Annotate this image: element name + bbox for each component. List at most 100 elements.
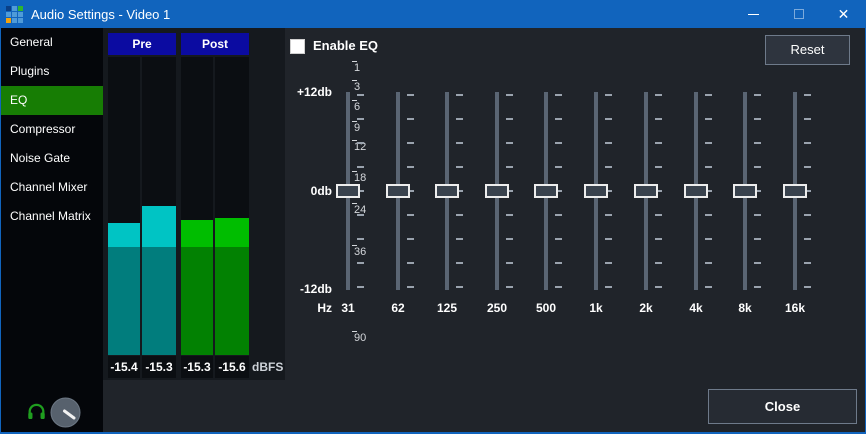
eq-slider-tick — [456, 286, 463, 288]
meter-scale-label-90: 90 — [352, 330, 366, 346]
eq-slider-tick — [555, 262, 562, 264]
eq-slider-tick — [506, 94, 513, 96]
eq-slider-tick — [804, 238, 811, 240]
sidebar-item-general[interactable]: General — [0, 28, 103, 57]
eq-slider-tick — [605, 166, 612, 168]
eq-freq-label-4k: 4k — [676, 300, 716, 316]
eq-slider-thumb-125[interactable] — [435, 184, 459, 198]
eq-axis-zero-label: 0db — [270, 183, 332, 199]
meter-bar-segment — [181, 247, 213, 355]
close-window-button[interactable]: ✕ — [821, 0, 866, 28]
eq-slider-thumb-1k[interactable] — [584, 184, 608, 198]
eq-slider-thumb-4k[interactable] — [684, 184, 708, 198]
eq-freq-label-62: 62 — [378, 300, 418, 316]
eq-slider-thumb-500[interactable] — [534, 184, 558, 198]
eq-slider-tick — [804, 286, 811, 288]
eq-slider-tick — [605, 262, 612, 264]
sidebar-item-channel-mixer[interactable]: Channel Mixer — [0, 173, 103, 202]
audio-settings-window: Audio Settings - Video 1 ✕ GeneralPlugin… — [0, 0, 866, 434]
meter-value: -15.3 — [181, 356, 213, 378]
eq-slider-thumb-31[interactable] — [336, 184, 360, 198]
eq-slider-tick — [605, 214, 612, 216]
logo-square — [18, 12, 23, 17]
eq-slider-tick — [407, 262, 414, 264]
eq-slider-tick — [407, 166, 414, 168]
eq-slider-tick — [804, 262, 811, 264]
meter-scale-label-36: 36 — [352, 244, 366, 260]
enable-eq-checkbox[interactable] — [290, 39, 305, 54]
headphones-icon[interactable] — [26, 401, 47, 422]
eq-slider-tick — [357, 142, 364, 144]
sidebar-item-plugins[interactable]: Plugins — [0, 57, 103, 86]
eq-slider-tick — [506, 262, 513, 264]
eq-slider-tick — [754, 142, 761, 144]
vmix-logo-icon — [6, 6, 23, 23]
meter-scale-number: 6 — [352, 99, 360, 115]
eq-axis-minus12-label: -12db — [270, 281, 332, 297]
eq-slider-tick — [357, 214, 364, 216]
eq-slider-thumb-2k[interactable] — [634, 184, 658, 198]
sidebar: GeneralPluginsEQCompressorNoise GateChan… — [0, 28, 103, 434]
sidebar-item-noise-gate[interactable]: Noise Gate — [0, 144, 103, 173]
reset-button[interactable]: Reset — [765, 35, 850, 65]
eq-slider-tick — [357, 94, 364, 96]
maximize-icon — [794, 9, 804, 19]
eq-slider-thumb-250[interactable] — [485, 184, 509, 198]
eq-slider-tick — [804, 142, 811, 144]
eq-slider-tick — [357, 238, 364, 240]
maximize-button — [776, 0, 821, 28]
eq-slider-tick — [705, 118, 712, 120]
eq-slider-tick — [754, 118, 761, 120]
enable-eq-label: Enable EQ — [313, 38, 378, 53]
meter-scale-label-9: 9 — [352, 120, 360, 136]
eq-slider-tick — [506, 286, 513, 288]
sidebar-item-channel-matrix[interactable]: Channel Matrix — [0, 202, 103, 231]
eq-slider-tick — [655, 94, 662, 96]
eq-slider-thumb-62[interactable] — [386, 184, 410, 198]
meter-scale-number: 90 — [352, 330, 366, 346]
eq-slider-thumb-16k[interactable] — [783, 184, 807, 198]
sidebar-item-eq[interactable]: EQ — [0, 86, 103, 115]
eq-slider-tick — [705, 262, 712, 264]
meter-scale-tick — [352, 100, 357, 101]
eq-slider-tick — [555, 214, 562, 216]
close-button[interactable]: Close — [708, 389, 857, 424]
logo-square — [6, 6, 11, 11]
eq-slider-tick — [506, 214, 513, 216]
sidebar-item-compressor[interactable]: Compressor — [0, 115, 103, 144]
post-meter-header: Post — [181, 33, 249, 55]
logo-square — [12, 18, 17, 23]
meter-scale-label-3: 3 — [352, 79, 360, 95]
dbfs-unit-label: dBFS — [252, 356, 283, 378]
meter-scale-tick — [352, 245, 357, 246]
meter-value: -15.4 — [108, 356, 140, 378]
window-title: Audio Settings - Video 1 — [31, 7, 731, 22]
eq-slider-tick — [705, 142, 712, 144]
eq-freq-label-8k: 8k — [725, 300, 765, 316]
eq-axis-hz-label: Hz — [270, 300, 332, 316]
eq-slider-tick — [605, 238, 612, 240]
meter-scale-number: 1 — [352, 60, 360, 76]
eq-slider-tick — [456, 118, 463, 120]
eq-slider-tick — [655, 166, 662, 168]
eq-slider-tick — [705, 238, 712, 240]
eq-axis-plus12-label: +12db — [270, 84, 332, 100]
meter-scale-tick — [352, 171, 357, 172]
eq-slider-tick — [804, 118, 811, 120]
eq-slider-tick — [804, 166, 811, 168]
meter-scale-label-6: 6 — [352, 99, 360, 115]
eq-slider-tick — [407, 118, 414, 120]
window-controls: ✕ — [731, 0, 866, 28]
eq-slider-tick — [456, 214, 463, 216]
close-icon: ✕ — [838, 7, 850, 21]
eq-freq-label-500: 500 — [526, 300, 566, 316]
monitor-volume-knob[interactable] — [50, 397, 81, 428]
meter-scale-number: 9 — [352, 120, 360, 136]
eq-slider-tick — [456, 262, 463, 264]
eq-slider-tick — [754, 262, 761, 264]
minimize-button[interactable] — [731, 0, 776, 28]
meter-bar-segment — [215, 247, 249, 355]
eq-slider-tick — [605, 142, 612, 144]
eq-slider-thumb-8k[interactable] — [733, 184, 757, 198]
eq-slider-tick — [655, 262, 662, 264]
